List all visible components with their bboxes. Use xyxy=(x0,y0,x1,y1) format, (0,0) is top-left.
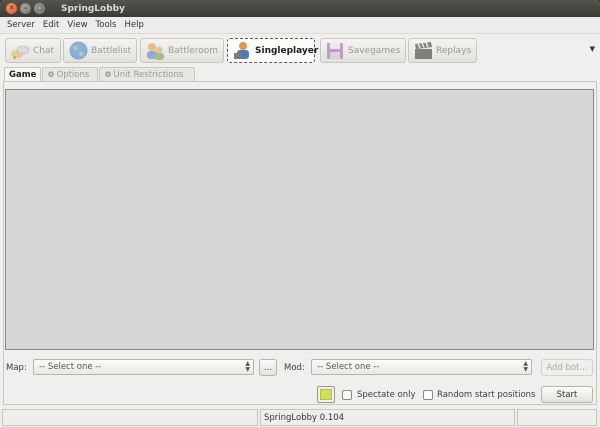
clapperboard-icon xyxy=(413,41,433,61)
menu-bar: Server Edit View Tools Help xyxy=(0,17,600,34)
player-color-swatch xyxy=(320,389,332,400)
menu-server[interactable]: Server xyxy=(3,20,39,30)
map-label: Map: xyxy=(6,363,27,373)
tab-overflow-icon[interactable]: ▼ xyxy=(590,45,595,53)
tab-singleplayer-label: Singleplayer xyxy=(255,45,319,56)
tab-battlelist-label: Battlelist xyxy=(91,45,132,56)
menu-help[interactable]: Help xyxy=(120,20,147,30)
window-title: SpringLobby xyxy=(61,3,125,14)
battleroom-icon xyxy=(145,41,165,61)
status-version: SpringLobby 0.104 xyxy=(260,409,515,426)
springlobby-window: ✕ – □ SpringLobby Server Edit View Tools… xyxy=(0,0,600,427)
subtab-game[interactable]: Game xyxy=(4,67,42,82)
singleplayer-icon xyxy=(232,41,252,61)
subtab-options-label: Options xyxy=(56,69,90,80)
tab-savegames[interactable]: Savegames xyxy=(320,38,406,63)
status-cell-right xyxy=(517,409,597,426)
spin-arrows-icon: ▲ ▼ xyxy=(245,360,250,373)
unit-restrictions-icon: ⚙ xyxy=(104,70,112,79)
title-bar: ✕ – □ SpringLobby xyxy=(0,0,600,17)
tab-battlelist[interactable]: Battlelist xyxy=(63,38,137,63)
mod-label: Mod: xyxy=(284,363,305,373)
status-bar: SpringLobby 0.104 xyxy=(0,409,600,427)
tab-chat-label: Chat xyxy=(33,45,55,56)
minimize-window-button[interactable]: – xyxy=(20,3,31,14)
status-cell-left xyxy=(2,409,258,426)
floppy-disk-icon xyxy=(325,41,345,61)
player-color-button[interactable] xyxy=(317,386,335,403)
globe-icon xyxy=(68,41,88,61)
random-start-checkbox[interactable] xyxy=(423,390,433,400)
subtab-options[interactable]: ⚙ Options xyxy=(42,67,99,81)
random-start-label: Random start positions xyxy=(437,390,536,400)
main-tab-bar: Chat Battlelist Battleroom Singleplayer … xyxy=(0,35,600,65)
map-select[interactable]: -- Select one -- ▲ ▼ xyxy=(33,359,254,375)
tab-replays[interactable]: Replays xyxy=(408,38,477,63)
map-preview[interactable] xyxy=(5,89,594,350)
tab-singleplayer[interactable]: Singleplayer xyxy=(227,38,319,63)
maximize-window-button[interactable]: □ xyxy=(34,3,45,14)
singleplayer-subtabs: Game ⚙ Options ⚙ Unit Restrictions xyxy=(4,67,196,82)
subtab-game-label: Game xyxy=(9,70,37,80)
spectate-only-checkbox[interactable] xyxy=(342,390,352,400)
add-bot-button[interactable]: Add bot... xyxy=(541,359,593,376)
chat-icon xyxy=(10,41,30,61)
menu-edit[interactable]: Edit xyxy=(39,20,63,30)
map-select-value: -- Select one -- xyxy=(39,362,102,372)
spectate-only-label: Spectate only xyxy=(357,390,416,400)
menu-view[interactable]: View xyxy=(63,20,91,30)
tab-chat[interactable]: Chat xyxy=(5,38,61,63)
tab-battleroom-label: Battleroom xyxy=(168,45,219,56)
subtab-unit-restrictions-label: Unit Restrictions xyxy=(113,69,184,80)
mod-select-value: -- Select one -- xyxy=(317,362,380,372)
close-window-button[interactable]: ✕ xyxy=(6,3,17,14)
options-icon: ⚙ xyxy=(47,70,55,79)
tab-battleroom[interactable]: Battleroom xyxy=(140,38,224,63)
start-button[interactable]: Start xyxy=(541,386,593,403)
tab-replays-label: Replays xyxy=(436,45,472,56)
browse-map-button[interactable]: ... xyxy=(259,359,277,376)
spin-arrows-icon: ▲ ▼ xyxy=(523,360,528,373)
tab-savegames-label: Savegames xyxy=(348,45,401,56)
menu-tools[interactable]: Tools xyxy=(92,20,121,30)
mod-select[interactable]: -- Select one -- ▲ ▼ xyxy=(311,359,532,375)
subtab-unit-restrictions[interactable]: ⚙ Unit Restrictions xyxy=(99,67,196,81)
